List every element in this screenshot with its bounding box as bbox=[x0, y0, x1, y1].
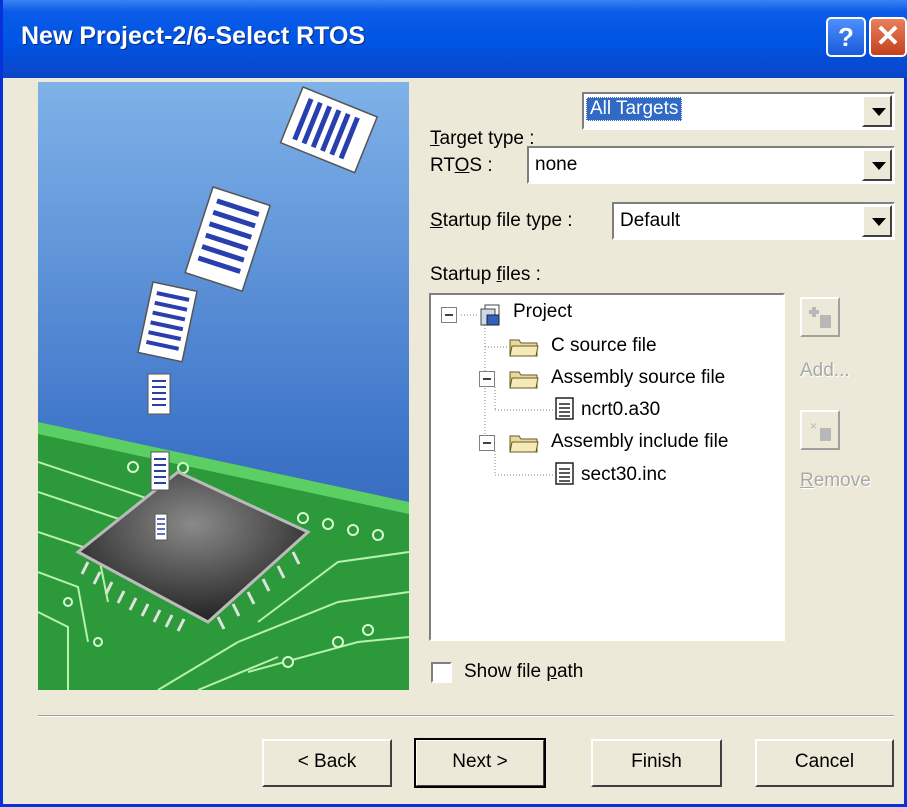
svg-text:×: × bbox=[810, 419, 817, 433]
target-type-dropdown-button[interactable] bbox=[862, 95, 892, 127]
cancel-button[interactable]: Cancel bbox=[755, 739, 894, 787]
remove-label: Remove bbox=[800, 470, 871, 491]
file-icon bbox=[555, 462, 575, 486]
startup-files-tree[interactable]: Project C source file Assembly source fi… bbox=[429, 293, 785, 641]
rtos-value: none bbox=[535, 154, 578, 175]
target-type-value: All Targets bbox=[586, 97, 683, 121]
minus-box-icon bbox=[479, 371, 495, 387]
rtos-select[interactable]: none bbox=[527, 146, 895, 184]
window-title: New Project-2/6-Select RTOS bbox=[21, 22, 366, 50]
target-type-select[interactable]: All Targets bbox=[582, 92, 895, 130]
add-file-button[interactable] bbox=[800, 297, 840, 337]
collapse-toggle[interactable] bbox=[479, 435, 495, 451]
rtos-dropdown-button[interactable] bbox=[862, 149, 892, 181]
new-project-dialog: New Project-2/6-Select RTOS ? ✕ Target t… bbox=[0, 0, 907, 807]
show-file-path-checkbox[interactable] bbox=[431, 662, 452, 683]
folder-icon bbox=[509, 431, 539, 453]
rtos-label: RTOS : bbox=[430, 155, 493, 176]
add-file-icon bbox=[809, 307, 831, 328]
help-button[interactable]: ? bbox=[826, 17, 866, 57]
collapse-toggle[interactable] bbox=[441, 307, 457, 323]
back-button[interactable]: < Back bbox=[262, 739, 392, 787]
tree-item-ncrt0[interactable]: ncrt0.a30 bbox=[581, 399, 660, 421]
chevron-down-icon bbox=[872, 218, 886, 226]
tree-item-assembly-include[interactable]: Assembly include file bbox=[551, 431, 728, 453]
chevron-down-icon bbox=[872, 108, 886, 116]
finish-button[interactable]: Finish bbox=[591, 739, 722, 787]
remove-file-icon: × bbox=[810, 419, 831, 441]
chevron-down-icon bbox=[872, 162, 886, 170]
add-label: Add... bbox=[800, 360, 850, 381]
show-file-path-label[interactable]: Show file path bbox=[464, 661, 583, 683]
tree-item-c-source[interactable]: C source file bbox=[551, 335, 657, 357]
folder-icon bbox=[509, 335, 539, 357]
title-bar[interactable]: New Project-2/6-Select RTOS ? ✕ bbox=[3, 0, 907, 78]
tree-item-assembly-source[interactable]: Assembly source file bbox=[551, 367, 725, 389]
minus-box-icon bbox=[479, 435, 495, 451]
startup-file-type-dropdown-button[interactable] bbox=[862, 205, 892, 237]
remove-file-button[interactable]: × bbox=[800, 410, 840, 450]
startup-file-type-select[interactable]: Default bbox=[612, 202, 895, 240]
folder-icon bbox=[509, 367, 539, 389]
target-type-label: Target type : bbox=[430, 128, 535, 149]
project-icon bbox=[479, 303, 505, 327]
close-button[interactable]: ✕ bbox=[869, 17, 907, 57]
collapse-toggle[interactable] bbox=[479, 371, 495, 387]
tree-item-sect30[interactable]: sect30.inc bbox=[581, 464, 667, 486]
startup-file-type-value: Default bbox=[620, 210, 681, 231]
divider bbox=[38, 715, 894, 717]
wizard-illustration bbox=[38, 82, 409, 690]
startup-file-type-label: Startup file type : bbox=[430, 210, 573, 231]
file-icon bbox=[555, 397, 575, 421]
startup-files-label: Startup files : bbox=[430, 264, 541, 285]
minus-box-icon bbox=[441, 307, 457, 323]
tree-item-project[interactable]: Project bbox=[513, 301, 572, 323]
next-button[interactable]: Next > bbox=[414, 738, 546, 788]
